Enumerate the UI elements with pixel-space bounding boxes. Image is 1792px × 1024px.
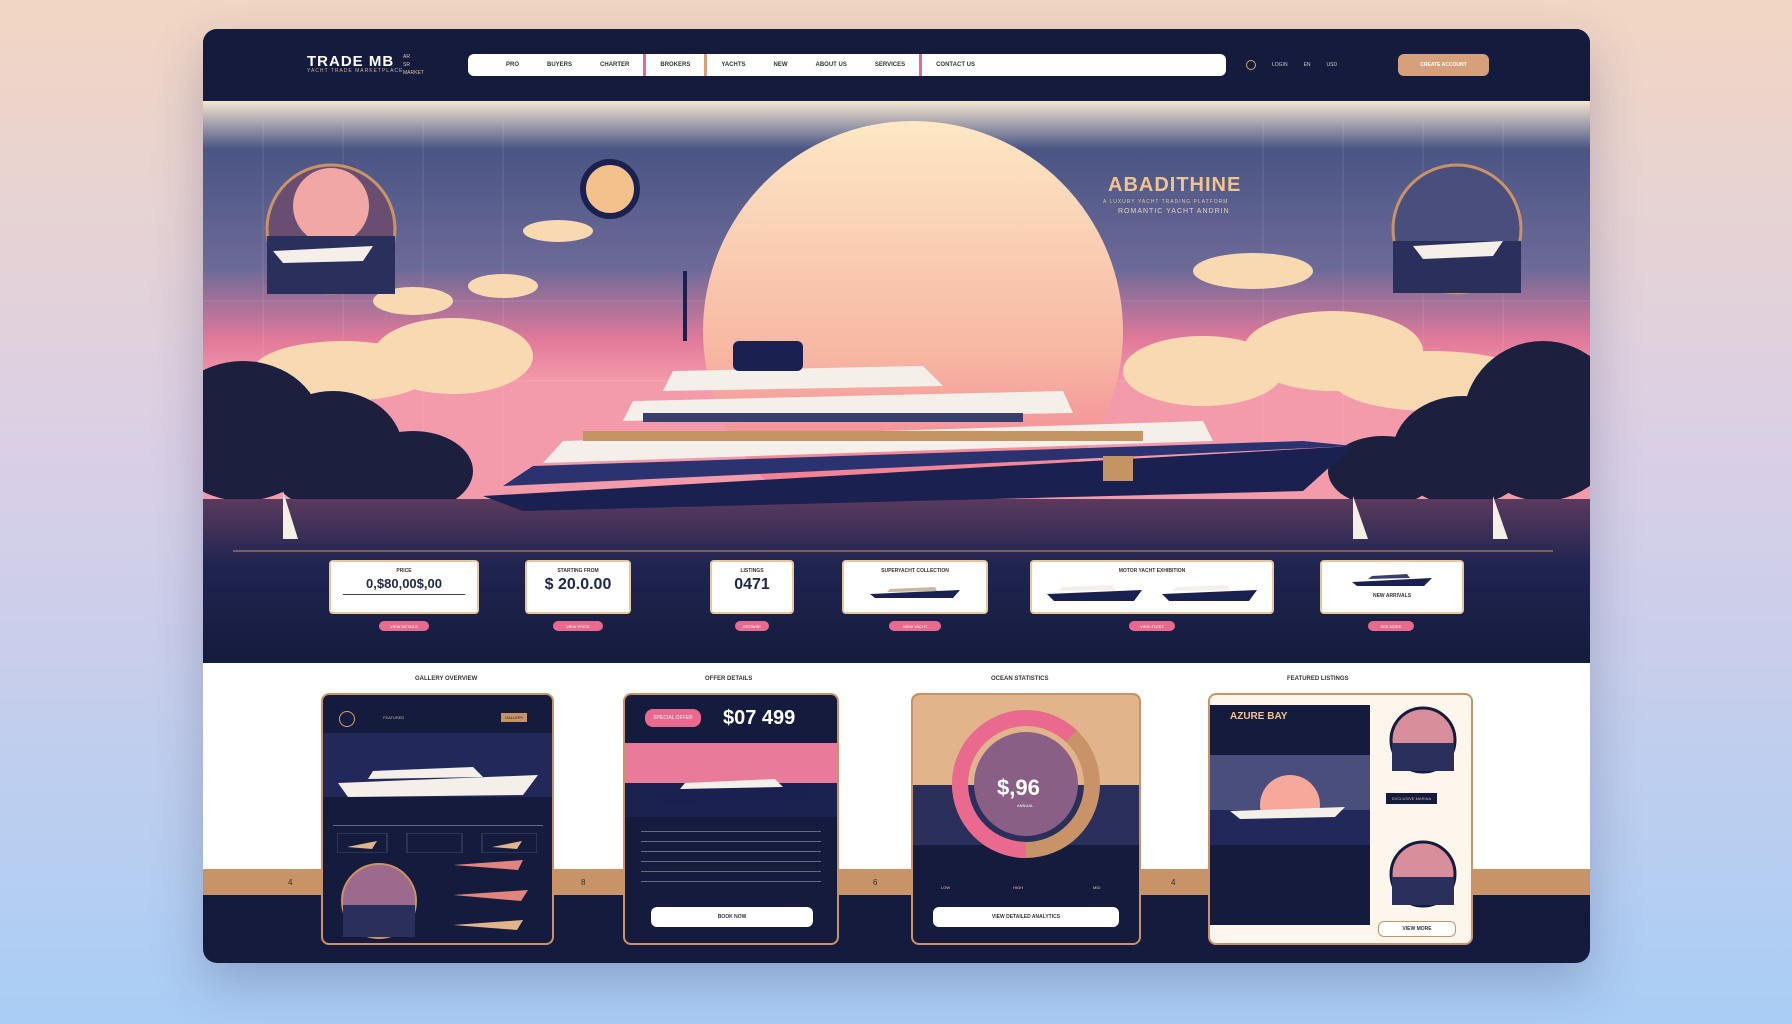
stat-pill-button[interactable]: VIEW FLEET	[1129, 621, 1175, 631]
currency-selector[interactable]: USD	[1327, 62, 1338, 68]
nav-item-about[interactable]: ABOUT US	[802, 62, 861, 68]
view-more-button[interactable]: VIEW MORE	[1378, 921, 1456, 937]
nav-item-services[interactable]: SERVICES	[861, 62, 919, 68]
sunset-vignette	[341, 863, 417, 939]
divider	[333, 825, 543, 826]
logo-sub-line: SR	[403, 62, 410, 68]
gallery-card[interactable]: FEATURED GALLERY	[321, 693, 554, 945]
new-arrivals-card[interactable]: NEW ARRIVALS	[1320, 560, 1464, 614]
fleet-thumbnail-icon	[1047, 585, 1257, 601]
text-line	[641, 851, 821, 852]
stat-label: STARTING FROM	[557, 568, 599, 574]
offer-tag: SPECIAL OFFER	[645, 709, 701, 727]
stats-caption: ANNUAL	[1017, 803, 1034, 808]
book-now-button[interactable]: BOOK NOW	[651, 907, 813, 927]
stat-pill-button[interactable]: BROWSE	[735, 621, 769, 631]
vignette-left	[265, 163, 397, 295]
offer-card[interactable]: SPECIAL OFFER $07 499 BOOK NOW	[623, 693, 839, 945]
band-marker: 8	[581, 878, 586, 887]
price-stat-card[interactable]: PRICE 0,$80,00$,00	[329, 560, 479, 614]
language-selector[interactable]: EN	[1304, 62, 1311, 68]
logo-tagline: YACHT TRADE MARKETPLACE	[307, 68, 404, 74]
stat-value: 0471	[734, 576, 770, 593]
nav-utility: LOGIN EN USD	[1246, 60, 1337, 70]
superyacht-card[interactable]: SUPERYACHT COLLECTION	[842, 560, 988, 614]
starting-price-card[interactable]: STARTING FROM $ 20.0.00	[525, 560, 631, 614]
main-menu: PRO BUYERS CHARTER BROKERS YACHTS NEW AB…	[468, 54, 1226, 76]
legend-item: HIGH	[1013, 885, 1023, 890]
text-line	[641, 871, 821, 872]
nav-item-new[interactable]: NEW	[760, 62, 802, 68]
logo[interactable]: TRADE MB YACHT TRADE MARKETPLACE	[307, 53, 403, 74]
offer-price: $07 499	[723, 707, 796, 729]
featured-title: AZURE BAY	[1230, 711, 1288, 722]
brand-subtitle: ROMANTIC YACHT ANDRIN	[1118, 208, 1230, 215]
stat-label: NEW ARRIVALS	[1372, 593, 1412, 599]
featured-vignette-bottom	[1389, 840, 1457, 908]
band-marker: 4	[1171, 878, 1176, 887]
section-title: OCEAN STATISTICS	[991, 676, 1049, 682]
stat-label: PRICE	[396, 568, 412, 574]
text-line	[641, 881, 821, 882]
analytics-button[interactable]: VIEW DETAILED ANALYTICS	[933, 907, 1119, 927]
stat-value: 0,$80,00$,00	[366, 576, 442, 591]
create-account-button[interactable]: CREATE ACCOUNT	[1398, 54, 1489, 76]
nav-item-contact[interactable]: CONTACT US	[922, 62, 989, 68]
text-line	[641, 861, 821, 862]
legend-item: LOW	[941, 885, 951, 890]
stat-pill-button[interactable]: SEE MORE	[1368, 621, 1414, 631]
top-navigation: TRADE MB YACHT TRADE MARKETPLACE AR SR M…	[203, 29, 1590, 101]
hero-banner: ABADITHINE A LUXURY YACHT TRADING PLATFO…	[203, 101, 1590, 663]
featured-yacht-image	[1210, 755, 1370, 845]
arrival-thumbnail-icon	[1352, 574, 1432, 586]
detail-thumbnails	[453, 860, 528, 930]
motor-yacht-card[interactable]: MOTOR YACHT EXHIBITION	[1030, 560, 1274, 614]
featured-caption: EXCLUSIVE MARINA	[1386, 793, 1438, 804]
listings-count-card[interactable]: LISTINGS 0471	[710, 560, 794, 614]
app-window: TRADE MB YACHT TRADE MARKETPLACE AR SR M…	[203, 29, 1590, 963]
stat-pill-button[interactable]: VIEW DETAILS	[379, 621, 429, 631]
nav-item-brokers[interactable]: BROKERS	[646, 62, 704, 68]
featured-vignette-top	[1389, 706, 1457, 774]
offer-yacht-image	[625, 743, 837, 817]
nav-item-buyers[interactable]: BUYERS	[533, 62, 586, 68]
menu-icon[interactable]	[339, 711, 355, 727]
card-badge: GALLERY	[501, 713, 528, 722]
text-line	[641, 841, 821, 842]
logo-subtext: AR SR MARKET	[403, 53, 424, 77]
brand-tagline: A LUXURY YACHT TRADING PLATFORM	[1103, 199, 1229, 205]
stat-label: LISTINGS	[740, 568, 764, 574]
text-line	[641, 831, 821, 832]
section-title: OFFER DETAILS	[705, 676, 753, 682]
stat-underline	[343, 594, 465, 595]
thumbnail-strip	[337, 833, 537, 853]
nav-item-yachts[interactable]: YACHTS	[707, 62, 759, 68]
band-marker: 6	[873, 878, 878, 887]
band-marker: 4	[288, 878, 293, 887]
vignette-right	[1391, 163, 1523, 295]
stat-pill-button[interactable]: VIEW PRICE	[553, 621, 603, 631]
stat-label: SUPERYACHT COLLECTION	[881, 568, 949, 574]
yacht-thumbnail-icon	[870, 587, 960, 598]
stat-pill-button[interactable]: VIEW YACHT	[889, 621, 941, 631]
porthole-icon	[580, 159, 640, 219]
search-icon[interactable]	[1246, 60, 1256, 70]
gallery-yacht-image	[323, 733, 552, 813]
logo-sub-line: AR	[403, 54, 410, 60]
stat-value: $ 20.0.00	[544, 576, 612, 593]
nav-item-pro[interactable]: PRO	[492, 62, 533, 68]
section-title: FEATURED LISTINGS	[1287, 676, 1349, 682]
nav-item-charter[interactable]: CHARTER	[586, 62, 643, 68]
brand-title: ABADITHINE	[1108, 174, 1242, 196]
card-label: FEATURED	[383, 715, 405, 720]
section-title: GALLERY OVERVIEW	[415, 676, 478, 682]
logo-sub-line: MARKET	[403, 70, 424, 76]
featured-card[interactable]: AZURE BAY EXCLUSIVE MARINA VIEW MORE	[1208, 693, 1473, 945]
stats-card[interactable]: $,96 ANNUAL LOW HIGH MID VIEW DETAILED A…	[911, 693, 1141, 945]
stats-value: $,96	[997, 775, 1040, 800]
login-link[interactable]: LOGIN	[1272, 62, 1288, 68]
legend-item: MID	[1093, 885, 1101, 890]
content-section: 4 8 6 4 GALLERY OVERVIEW OFFER DETAILS O…	[203, 663, 1590, 963]
